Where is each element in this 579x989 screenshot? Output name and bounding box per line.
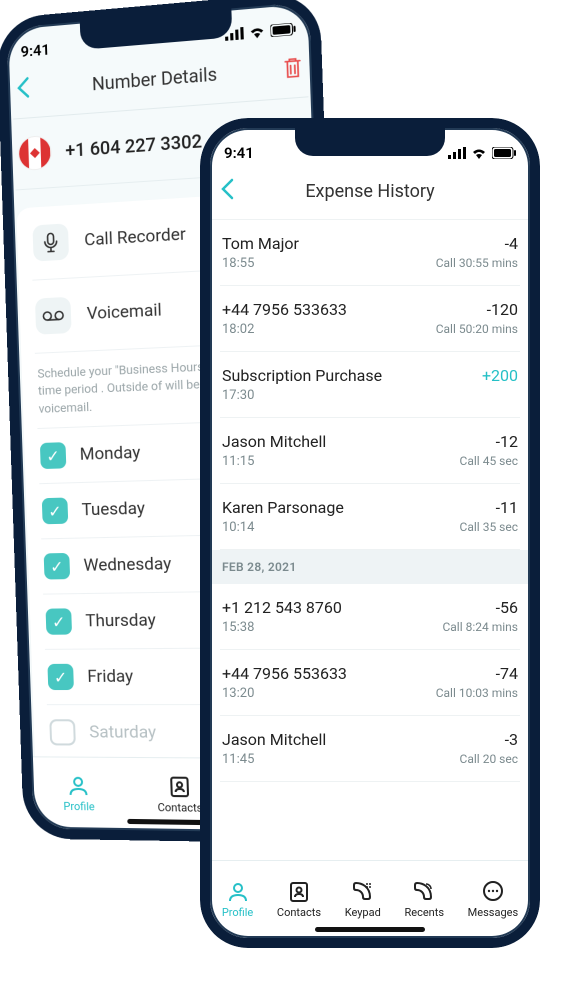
item-time: 15:38: [222, 620, 342, 635]
phone-expense-history: 9:41 Expense History Tom Major 18:55 -4 Ca…: [200, 118, 540, 948]
day-label: Tuesday: [81, 499, 145, 521]
list-item[interactable]: Jason Mitchell 11:45 -3 Call 20 sec: [220, 716, 520, 782]
item-time: 13:20: [222, 686, 347, 701]
tab-label: Profile: [222, 906, 253, 919]
contacts-icon: [167, 775, 192, 800]
wifi-icon: [249, 25, 266, 39]
list-item[interactable]: Subscription Purchase 17:30 +200: [220, 352, 520, 418]
voicemail-label: Voicemail: [87, 300, 162, 324]
tab-contacts[interactable]: Contacts: [277, 880, 321, 919]
microphone-icon: [32, 223, 69, 261]
list-item[interactable]: Tom Major 18:55 -4 Call 30:55 mins: [220, 220, 520, 286]
tab-label: Recents: [404, 906, 444, 919]
profile-icon: [226, 880, 250, 904]
header: Expense History: [200, 168, 540, 220]
item-amount: +200: [482, 366, 518, 385]
battery-icon: [270, 23, 295, 37]
item-name: +44 7956 533633: [222, 300, 347, 319]
tab-contacts[interactable]: Contacts: [156, 774, 202, 814]
tab-label: Profile: [63, 800, 95, 814]
list-item[interactable]: +44 7956 533633 18:02 -120 Call 50:20 mins: [220, 286, 520, 352]
canada-flag-icon: [18, 135, 52, 171]
item-detail: Call 50:20 mins: [436, 322, 518, 336]
status-time: 9:41: [224, 144, 254, 162]
home-indicator: [315, 927, 425, 932]
call-recorder-label: Call Recorder: [84, 224, 186, 250]
list-item[interactable]: Karen Parsonage 10:14 -11 Call 35 sec: [220, 484, 520, 550]
day-label: Friday: [87, 667, 133, 687]
checkbox-icon[interactable]: ✓: [46, 609, 73, 635]
item-name: +44 7956 553633: [222, 664, 347, 683]
profile-icon: [66, 774, 91, 798]
tab-label: Contacts: [157, 801, 202, 815]
item-time: 18:02: [222, 322, 347, 337]
item-amount: -3: [505, 730, 518, 749]
item-detail: Call 30:55 mins: [436, 256, 518, 270]
voicemail-icon: [35, 297, 72, 335]
wifi-icon: [471, 147, 487, 159]
checkbox-icon[interactable]: ✓: [42, 498, 69, 525]
item-name: Jason Mitchell: [222, 730, 326, 749]
page-title: Expense History: [305, 181, 434, 202]
item-name: Subscription Purchase: [222, 366, 382, 385]
item-detail: Call 45 sec: [460, 454, 518, 468]
status-time: 9:41: [20, 40, 50, 60]
tab-profile[interactable]: Profile: [222, 880, 253, 919]
item-amount: -74: [496, 664, 518, 683]
tab-profile[interactable]: Profile: [62, 774, 95, 814]
tab-messages[interactable]: Messages: [468, 880, 518, 919]
section-date: FEB 28, 2021: [200, 550, 540, 584]
expense-list-past: +1 212 543 8760 15:38 -56 Call 8:24 mins +…: [200, 584, 540, 782]
item-time: 18:55: [222, 256, 299, 271]
item-name: Karen Parsonage: [222, 498, 344, 517]
battery-icon: [492, 147, 516, 159]
back-button[interactable]: [16, 76, 31, 104]
item-amount: -11: [496, 498, 518, 517]
item-amount: -12: [496, 432, 518, 451]
tab-label: Contacts: [277, 906, 321, 919]
back-button[interactable]: [220, 178, 234, 205]
day-label: Thursday: [85, 611, 156, 632]
tab-label: Messages: [468, 906, 518, 919]
item-time: 11:15: [222, 454, 326, 469]
delete-button[interactable]: [282, 55, 304, 84]
list-item[interactable]: Jason Mitchell 11:15 -12 Call 45 sec: [220, 418, 520, 484]
list-item[interactable]: +1 212 543 8760 15:38 -56 Call 8:24 mins: [220, 584, 520, 650]
status-indicators: [448, 147, 516, 159]
signal-icon: [448, 147, 466, 159]
checkbox-icon[interactable]: ✓: [40, 442, 66, 469]
day-label: Monday: [79, 443, 140, 465]
item-detail: Call 20 sec: [460, 752, 518, 766]
day-label: Saturday: [89, 723, 156, 744]
messages-icon: [481, 880, 505, 904]
recents-icon: [412, 880, 436, 904]
item-amount: -4: [505, 234, 518, 253]
day-label: Wednesday: [83, 554, 171, 576]
contacts-icon: [287, 880, 311, 904]
item-detail: Call 8:24 mins: [442, 620, 518, 634]
item-detail: Call 10:03 mins: [436, 686, 518, 700]
item-time: 17:30: [222, 388, 382, 403]
checkbox-icon[interactable]: ✓: [44, 553, 71, 580]
list-item[interactable]: +44 7956 553633 13:20 -74 Call 10:03 mins: [220, 650, 520, 716]
checkbox-icon[interactable]: ✓: [47, 664, 74, 690]
tab-recents[interactable]: Recents: [404, 880, 444, 919]
status-indicators: [225, 23, 296, 41]
page-title: Number Details: [92, 64, 218, 95]
checkbox-icon[interactable]: [49, 719, 76, 745]
item-time: 11:45: [222, 752, 326, 767]
item-name: +1 212 543 8760: [222, 598, 342, 617]
tab-label: Keypad: [345, 906, 381, 919]
item-amount: -56: [496, 598, 518, 617]
item-name: Tom Major: [222, 234, 299, 253]
item-time: 10:14: [222, 520, 344, 535]
item-name: Jason Mitchell: [222, 432, 326, 451]
tab-keypad[interactable]: Keypad: [345, 880, 381, 919]
phone-number: +1 604 227 3302: [65, 130, 202, 161]
item-amount: -120: [487, 300, 518, 319]
expense-list-today: Tom Major 18:55 -4 Call 30:55 mins +44 795…: [200, 220, 540, 550]
keypad-icon: [351, 880, 375, 904]
item-detail: Call 35 sec: [460, 520, 518, 534]
